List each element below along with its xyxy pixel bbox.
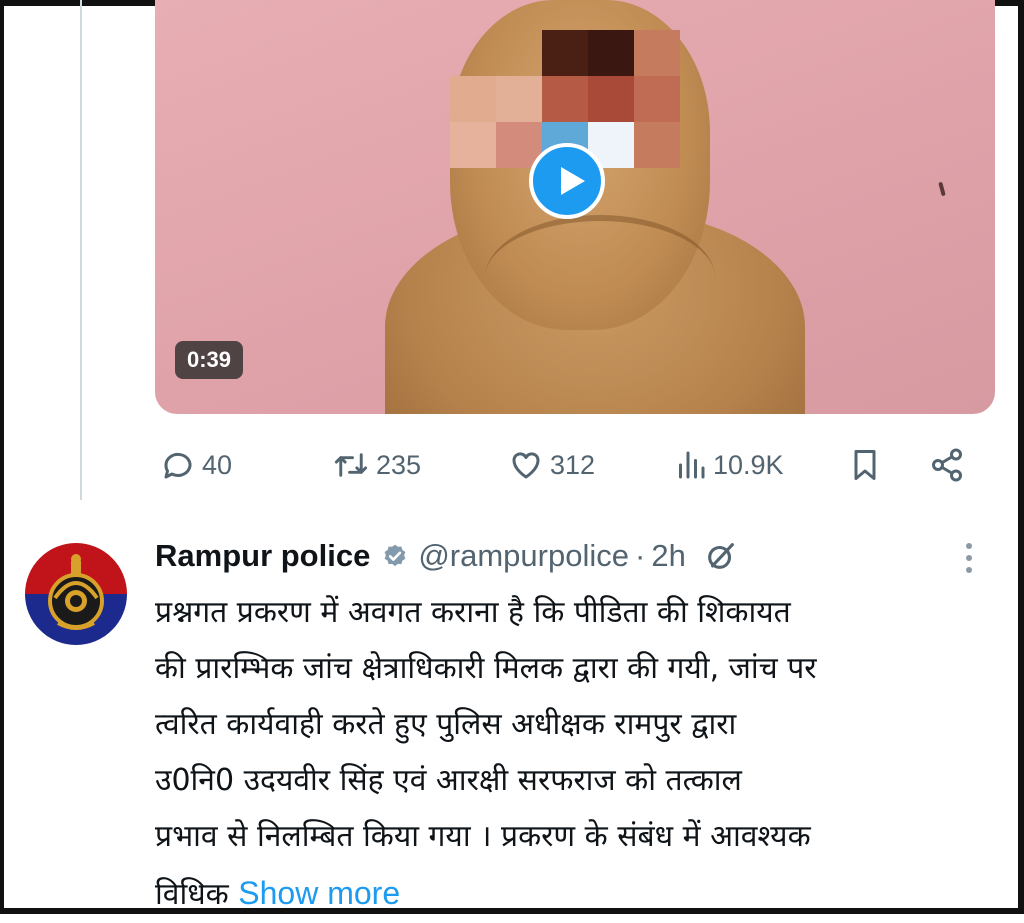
verified-badge-icon (384, 544, 406, 567)
author-handle[interactable]: @rampurpolice (418, 538, 629, 574)
video-player[interactable]: 0:39 (155, 0, 995, 414)
tweet-time[interactable]: 2h (651, 538, 685, 574)
views-button[interactable]: 10.9K (675, 443, 784, 487)
screen-border-left (0, 0, 4, 914)
video-frame-wall-mark (938, 181, 946, 197)
bookmark-button[interactable] (848, 443, 882, 487)
like-icon (512, 452, 540, 479)
views-count: 10.9K (713, 449, 784, 480)
share-icon (932, 448, 962, 482)
thread-connector-line (80, 0, 82, 500)
up-police-emblem-icon (25, 543, 127, 645)
tweet-text: प्रश्नगत प्रकरण में अवगत कराना है कि पीड… (155, 585, 995, 923)
tweet-text-line: प्रभाव से निलम्बित किया गया । प्रकरण के … (155, 819, 811, 854)
screen-border-right (1018, 0, 1024, 914)
tweet-header: Rampur police @rampurpolice · 2h (155, 536, 738, 576)
repost-icon (334, 453, 368, 477)
play-icon[interactable] (529, 143, 605, 219)
reply-button[interactable]: 40 (160, 443, 232, 487)
tweet-action-bar: 40 235 312 10.9K (160, 443, 990, 487)
bookmark-icon (854, 450, 876, 480)
repost-button[interactable]: 235 (332, 443, 421, 487)
tweet-text-line: उ0नि0 उदयवीर सिंह एवं आरक्षी सरफराज को त… (155, 763, 742, 798)
avatar[interactable] (25, 543, 127, 645)
video-frame-shawl-fold (485, 215, 715, 341)
like-count: 312 (550, 449, 596, 480)
meta-separator: · (635, 538, 646, 573)
repost-count: 235 (376, 449, 422, 480)
tweet-text-line: विधिक (155, 877, 229, 912)
reply-count: 40 (202, 449, 233, 480)
views-icon (679, 451, 705, 479)
tweet-text-line: प्रश्नगत प्रकरण में अवगत कराना है कि पीड… (155, 595, 791, 630)
tweet-text-last-line: विधिक Show more (155, 865, 995, 923)
share-button[interactable] (928, 443, 966, 487)
show-more-link[interactable]: Show more (238, 875, 400, 911)
like-button[interactable]: 312 (508, 443, 595, 487)
grok-icon[interactable] (704, 539, 738, 573)
video-duration-badge: 0:39 (175, 341, 244, 379)
tweet-text-line: त्वरित कार्यवाही करते हुए पुलिस अधीक्षक … (155, 707, 737, 742)
more-options-icon[interactable] (962, 540, 976, 576)
author-name[interactable]: Rampur police (155, 538, 370, 574)
tweet-text-line: की प्रारम्भिक जांच क्षेत्राधिकारी मिलक द… (155, 651, 817, 686)
reply-icon (164, 452, 192, 479)
